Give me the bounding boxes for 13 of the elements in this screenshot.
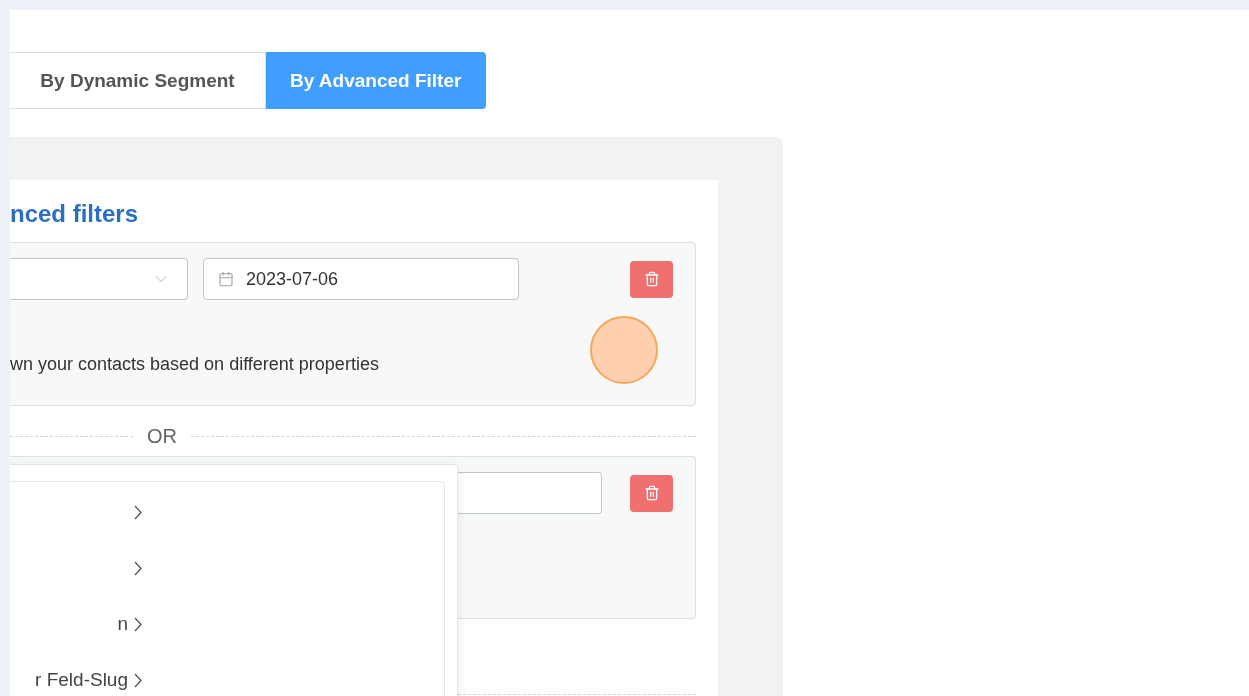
trash-icon [643,485,660,501]
or-divider-label: OR [147,424,177,448]
trash-icon [643,271,660,287]
filter-tab[interactable]: By Dynamic Segment [10,52,266,109]
calendar-icon [218,271,234,287]
hint-text: wn your contacts based on different properties [10,354,380,375]
date-field[interactable]: 2023-07-06 [203,258,519,300]
select-field[interactable] [10,258,188,300]
section-title: nced filters [10,200,140,229]
delete-button[interactable] [630,260,673,298]
menu-item[interactable]: r Feld-Slug [10,652,142,696]
delete-button[interactable] [630,474,673,512]
menu-item[interactable]: n [10,596,142,652]
